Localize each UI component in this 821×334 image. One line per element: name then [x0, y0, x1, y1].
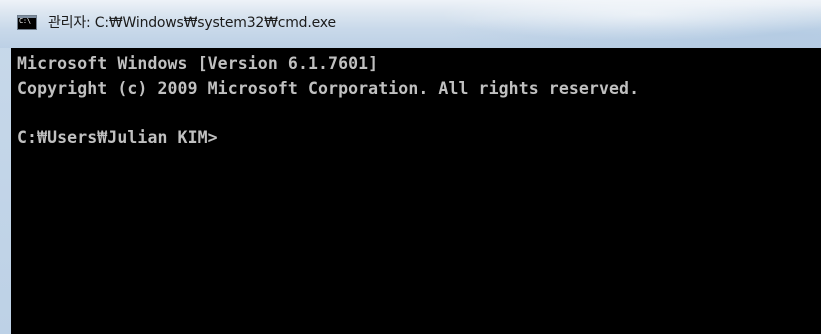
- cmd-window: C:\ 관리자: C:₩Windows₩system32₩cmd.exe Mic…: [0, 0, 821, 334]
- cmd-icon-text: C:\: [19, 17, 31, 25]
- window-title: 관리자: C:₩Windows₩system32₩cmd.exe: [48, 15, 336, 31]
- title-bar[interactable]: C:\ 관리자: C:₩Windows₩system32₩cmd.exe: [0, 0, 821, 48]
- console-output[interactable]: Microsoft Windows [Version 6.1.7601] Cop…: [11, 48, 821, 334]
- cmd-icon[interactable]: C:\: [17, 15, 37, 30]
- console-line-copyright: Copyright (c) 2009 Microsoft Corporation…: [17, 79, 640, 98]
- command-prompt[interactable]: C:₩Users₩Julian KIM>: [17, 126, 218, 150]
- console-line-version: Microsoft Windows [Version 6.1.7601]: [17, 54, 379, 73]
